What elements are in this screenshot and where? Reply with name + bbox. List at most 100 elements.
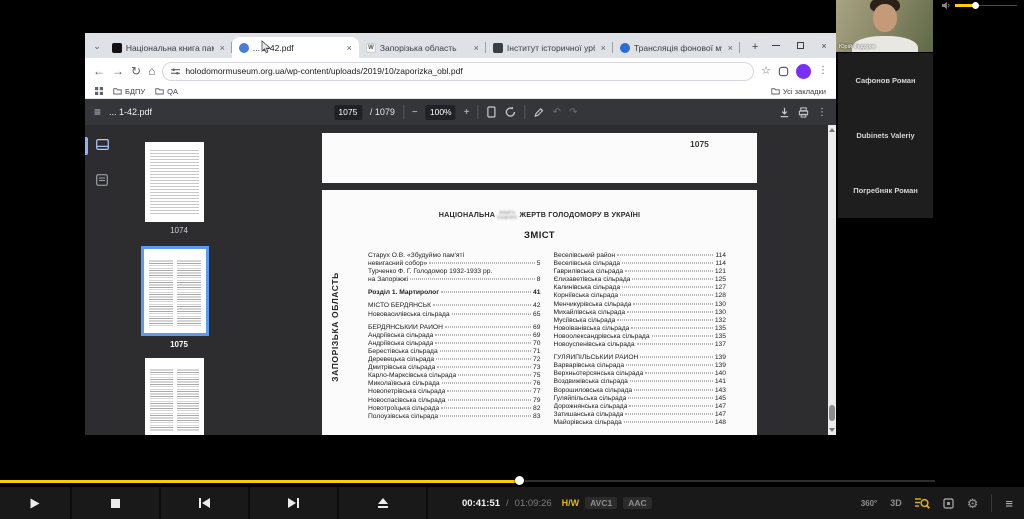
participant-tile: Погребняк Роман: [838, 163, 933, 218]
browser-menu-kebab-icon[interactable]: ⋮: [818, 66, 828, 76]
scrollbar-thumb[interactable]: [829, 405, 835, 421]
pdf-menu-hamburger-icon[interactable]: ≡: [94, 105, 101, 119]
divider: [991, 494, 992, 512]
pdf-page-bottom-strip: 1075: [322, 133, 757, 183]
profile-avatar[interactable]: [796, 64, 811, 79]
audio-codec-badge: AAC: [623, 497, 651, 509]
zoom-level-value[interactable]: 100%: [426, 105, 456, 120]
seek-thumb[interactable]: [515, 476, 524, 485]
new-tab-button[interactable]: +: [746, 38, 764, 56]
document-outline-icon[interactable]: [96, 174, 108, 186]
hw-decoder-badge[interactable]: H/W: [562, 498, 580, 508]
pdf-page-area: 1075 НАЦІОНАЛЬНАКНИГАПАМ'ЯТІЖЕРТВ ГОЛОДО…: [239, 125, 828, 435]
eject-button[interactable]: [339, 487, 428, 519]
page-thumbnail-next[interactable]: [145, 358, 204, 435]
maximize-button[interactable]: [788, 33, 812, 58]
reload-icon[interactable]: ↻: [131, 65, 141, 77]
page-thumbnail-1075-selected[interactable]: [144, 249, 206, 333]
toc-entry: Верхньотерсянська сільрада140: [554, 370, 727, 378]
volume-thumb[interactable]: [972, 2, 979, 9]
settings-gear-icon[interactable]: ⚙: [967, 497, 979, 510]
thumbnail-label: 1075: [119, 340, 239, 349]
toc-entry: Ворошиловська сільрада143: [554, 387, 727, 395]
scroll-down-arrow-icon[interactable]: [829, 428, 835, 432]
video-3d-icon[interactable]: 3D: [890, 498, 902, 508]
scroll-up-arrow-icon[interactable]: [829, 128, 835, 132]
bookmarks-bar: БДПУ QA Усі закладки: [85, 84, 836, 99]
browser-tab[interactable]: Інститут історичної урбан×: [486, 37, 613, 58]
toc-entry: Веселівський район114: [554, 252, 727, 260]
wiki-favicon-icon: W: [366, 43, 376, 53]
folder-icon: [155, 87, 164, 95]
play-button[interactable]: [0, 487, 72, 519]
forward-icon[interactable]: →: [112, 65, 124, 77]
back-icon[interactable]: ←: [93, 65, 105, 77]
minimize-button[interactable]: [764, 33, 788, 58]
bookmark-folder-bdpu[interactable]: БДПУ: [113, 87, 145, 96]
pdf-page-contents: НАЦІОНАЛЬНАКНИГАПАМ'ЯТІЖЕРТВ ГОЛОДОМОРУ …: [322, 190, 757, 435]
capture-frame-icon[interactable]: [943, 498, 954, 509]
all-bookmarks-folder[interactable]: Усі закладки: [771, 87, 826, 96]
eject-icon: [378, 498, 388, 508]
tab-close-icon[interactable]: ×: [726, 43, 735, 53]
close-window-button[interactable]: ×: [812, 33, 836, 58]
speaker-icon[interactable]: [941, 1, 952, 10]
bookmark-star-icon[interactable]: ☆: [761, 66, 771, 77]
tab-search-chevron-icon[interactable]: ⌄: [89, 36, 105, 57]
participant-tile: Dubinets Valeriy: [838, 108, 933, 163]
browser-tab[interactable]: Національна книга пам'ят×: [105, 37, 232, 58]
stop-button[interactable]: [72, 487, 161, 519]
toc-entry: Варварівська сільрада139: [554, 362, 727, 370]
previous-button[interactable]: [161, 487, 250, 519]
pdf-more-kebab-icon[interactable]: ⋮: [817, 107, 827, 118]
toc-entry: на Запоріжжі8: [368, 276, 541, 284]
page-number-input[interactable]: 1075: [334, 105, 362, 120]
volume-slider[interactable]: [955, 1, 1017, 10]
browser-toolbar: ← → ↻ ⌂ holodomormuseum.org.ua/wp-conten…: [85, 58, 836, 84]
video-360-icon[interactable]: 360°: [861, 499, 878, 508]
pdf-scrollbar[interactable]: [828, 125, 836, 435]
playlist-menu-icon[interactable]: ≡: [1005, 496, 1013, 511]
window-controls: ×: [764, 33, 836, 58]
rotate-icon[interactable]: [505, 106, 517, 118]
annotate-pen-icon[interactable]: [534, 107, 545, 118]
toc-entry: Новоолександрівська сільрада135: [554, 333, 727, 341]
toc-entry: Берестівська сільрада71: [368, 348, 541, 356]
page-thumbnail-1074[interactable]: [145, 142, 204, 222]
toc-entry: Полоузівська сільрада83: [368, 413, 541, 421]
browser-tab[interactable]: Трансляція фонової муз ×: [613, 37, 740, 58]
toc-entry: Калинівська сільрада127: [554, 284, 727, 292]
playlist-search-icon[interactable]: [915, 497, 930, 509]
toc-entry: БЕРДЯНСЬКИЙ РАЙОН69: [368, 324, 541, 332]
toc-entry: невигасний собор»5: [368, 260, 541, 268]
undo-icon[interactable]: ↶: [553, 107, 561, 118]
thumbnails-view-icon[interactable]: [96, 139, 109, 150]
next-button[interactable]: [250, 487, 339, 519]
apps-grid-icon[interactable]: [95, 87, 103, 95]
redo-icon[interactable]: ↷: [569, 107, 577, 118]
player-control-bar: 00:41:51 / 01:09:26 H/W AVC1 AAC 360° 3D…: [0, 487, 1024, 519]
extensions-icon[interactable]: [778, 66, 789, 77]
fit-page-icon[interactable]: [487, 106, 497, 118]
download-icon[interactable]: [779, 107, 790, 118]
toc-entry: Мусіївська сільрада132: [554, 317, 727, 325]
address-bar[interactable]: holodomormuseum.org.ua/wp-content/upload…: [162, 62, 754, 81]
zoom-in-icon[interactable]: +: [464, 107, 470, 118]
browser-tab[interactable]: ... 1-42.pdf×: [232, 37, 359, 58]
divider: [478, 105, 479, 119]
seek-progress: [0, 480, 519, 483]
print-icon[interactable]: [798, 107, 809, 118]
home-icon[interactable]: ⌂: [148, 65, 155, 77]
browser-window: ⌄ Національна книга пам'ят×... 1-42.pdf×…: [85, 33, 836, 435]
tab-close-icon[interactable]: ×: [599, 43, 608, 53]
tab-close-icon[interactable]: ×: [472, 43, 481, 53]
bookmark-folder-qa[interactable]: QA: [155, 87, 178, 96]
tab-close-icon[interactable]: ×: [218, 43, 227, 53]
tab-close-icon[interactable]: ×: [345, 43, 354, 53]
site-info-tune-icon[interactable]: [171, 67, 180, 76]
browser-tab[interactable]: WЗапорізька область×: [359, 37, 486, 58]
zoom-out-icon[interactable]: −: [412, 107, 418, 118]
tab-title: Трансляція фонової муз: [634, 43, 722, 53]
seek-bar[interactable]: [0, 476, 1024, 486]
toc-entry: Новоспасівська сільрада79: [368, 397, 541, 405]
